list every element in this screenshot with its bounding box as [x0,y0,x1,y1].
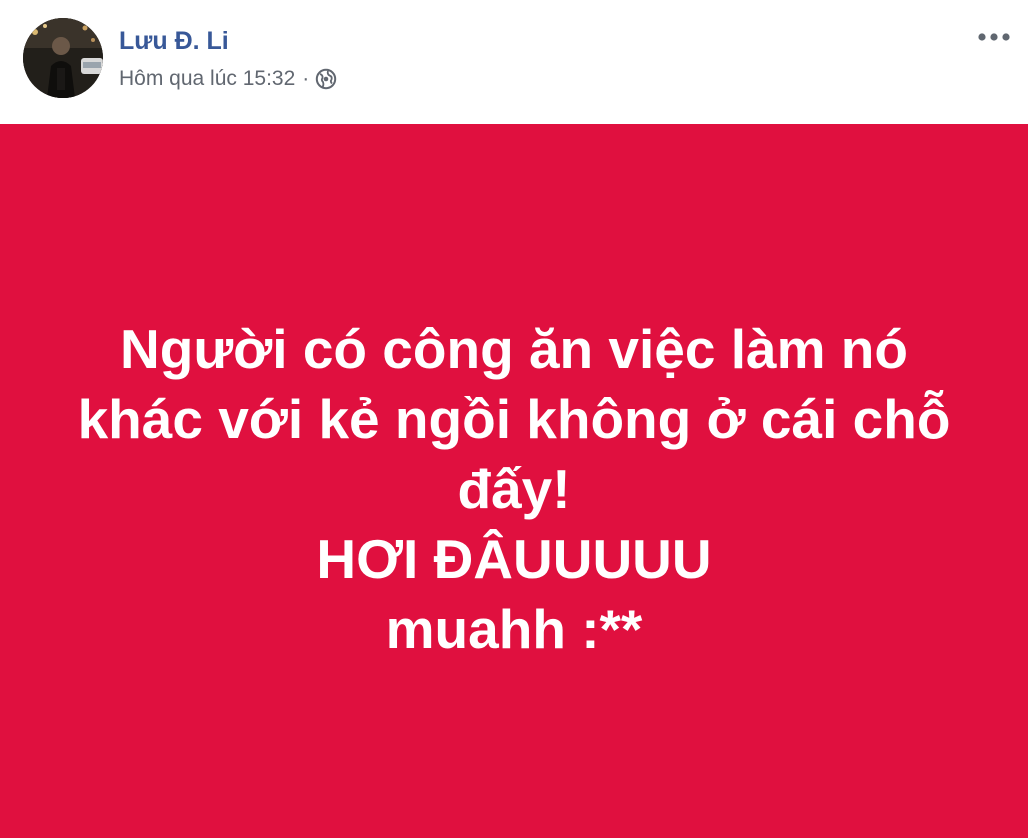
avatar-photo [23,18,103,98]
more-options-button[interactable] [974,22,1014,52]
more-horizontal-icon [978,33,1010,41]
post-background: Người có công ăn việc làm nó khác với kẻ… [0,124,1028,838]
meta-separator: · [302,67,310,90]
post-timestamp-link[interactable]: Hôm qua lúc 15:32 [119,65,295,93]
post-text: Người có công ăn việc làm nó khác với kẻ… [77,318,951,660]
post-header: Lưu Đ. Li Hôm qua lúc 15:32 · [0,0,1028,124]
author-avatar[interactable] [23,18,103,98]
author-name-link[interactable]: Lưu Đ. Li [119,26,229,56]
globe-icon[interactable] [315,68,337,90]
feed-post: Lưu Đ. Li Hôm qua lúc 15:32 · Người có c… [0,0,1028,838]
post-meta: Hôm qua lúc 15:32 · [119,65,337,93]
